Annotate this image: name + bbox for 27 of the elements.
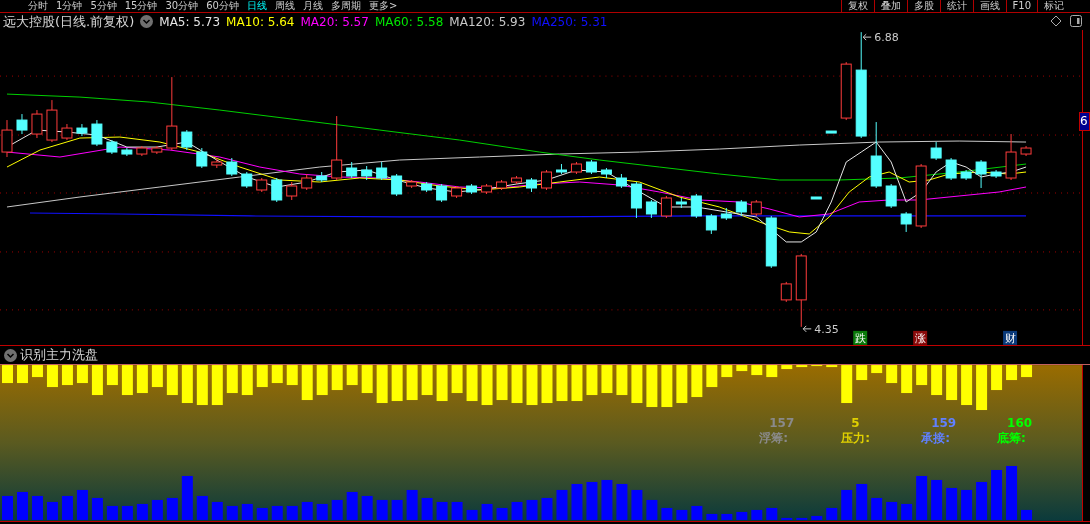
period-tab[interactable]: 1分钟: [56, 0, 83, 12]
chart-title: 远大控股(日线.前复权): [3, 12, 135, 31]
price-axis-label: 6: [1079, 112, 1090, 131]
moving-average-value: MA5: 5.73: [159, 14, 221, 29]
period-tab[interactable]: 30分钟: [165, 0, 199, 12]
period-tab[interactable]: 日线: [246, 0, 267, 12]
indicator-label: 157 浮筹:: [759, 416, 795, 445]
moving-average-value: MA60: 5.58: [374, 14, 444, 29]
period-tab[interactable]: 周线: [274, 0, 295, 12]
period-tab[interactable]: 15分钟: [124, 0, 158, 12]
moving-average-value: MA120: 5.93: [449, 14, 526, 29]
period-tab[interactable]: 5分钟: [90, 0, 117, 12]
period-tab[interactable]: 多周期: [330, 0, 361, 12]
period-tab[interactable]: 分时: [28, 0, 48, 12]
indicator-label: 5 压力:: [841, 416, 870, 445]
indicator-title: 识别主力洗盘: [20, 346, 98, 364]
signal-badge: 跌: [853, 330, 868, 345]
moving-average-value: MA20: 5.57: [300, 14, 369, 29]
signal-badge: 涨: [913, 330, 928, 345]
period-tab[interactable]: 60分钟: [206, 0, 239, 12]
period-tab[interactable]: 月线: [302, 0, 323, 12]
indicator-label: 159 承接:: [921, 416, 957, 445]
moving-average-value: MA250: 5.31: [531, 14, 608, 29]
moving-average-value: MA10: 5.64: [226, 14, 295, 29]
period-tab[interactable]: 更多>: [368, 0, 398, 12]
indicator-label: 160 底筹:: [997, 416, 1033, 445]
signal-badge: 财: [1003, 330, 1018, 345]
